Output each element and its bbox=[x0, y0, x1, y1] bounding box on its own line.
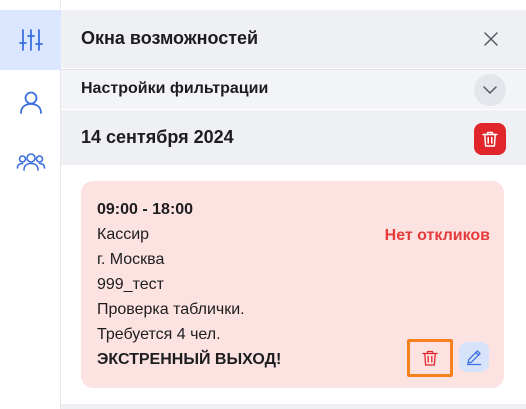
sliders-icon bbox=[18, 29, 43, 51]
shift-store: 999_тест bbox=[97, 276, 164, 293]
shift-comment: Проверка таблички. bbox=[97, 301, 245, 318]
shift-city: г. Москва bbox=[97, 251, 165, 268]
shift-emergency-label: ЭКСТРЕННЫЙ ВЫХОД! bbox=[97, 351, 282, 368]
shift-time: 09:00 - 18:00 bbox=[97, 201, 194, 218]
trash-icon bbox=[482, 131, 498, 147]
date-group-header: 14 сентября 2024 bbox=[61, 110, 526, 165]
sidebar-item-team[interactable] bbox=[0, 132, 61, 192]
chevron-down-icon bbox=[483, 86, 497, 94]
close-icon bbox=[484, 32, 498, 46]
pencil-icon bbox=[466, 350, 482, 366]
opportunity-windows-panel: Окна возможностей Настройки фильтрации 1… bbox=[61, 0, 526, 409]
edit-shift-button[interactable] bbox=[459, 342, 489, 372]
sidebar-item-profile[interactable] bbox=[0, 72, 61, 132]
delete-day-button[interactable] bbox=[474, 123, 506, 155]
shift-required-count: Требуется 4 чел. bbox=[97, 326, 221, 343]
date-label: 14 сентября 2024 bbox=[81, 127, 234, 147]
filter-settings-row[interactable]: Настройки фильтрации bbox=[61, 69, 526, 109]
delete-shift-button[interactable] bbox=[407, 339, 453, 377]
panel-header: Окна возможностей bbox=[61, 10, 526, 68]
trash-icon bbox=[422, 350, 438, 366]
shift-card[interactable]: 09:00 - 18:00 Кассир Нет откликов г. Мос… bbox=[81, 181, 504, 388]
filter-settings-label: Настройки фильтрации bbox=[81, 80, 269, 97]
user-icon bbox=[19, 91, 42, 114]
status-badge: Нет откликов bbox=[384, 227, 490, 244]
sidebar bbox=[0, 0, 61, 409]
panel-title: Окна возможностей bbox=[81, 28, 259, 48]
users-group-icon bbox=[16, 153, 45, 171]
filter-toggle-button[interactable] bbox=[474, 74, 506, 106]
list-divider bbox=[61, 404, 526, 409]
sidebar-item-filters[interactable] bbox=[0, 10, 61, 70]
shift-position: Кассир bbox=[97, 226, 150, 243]
close-button[interactable] bbox=[480, 28, 502, 50]
